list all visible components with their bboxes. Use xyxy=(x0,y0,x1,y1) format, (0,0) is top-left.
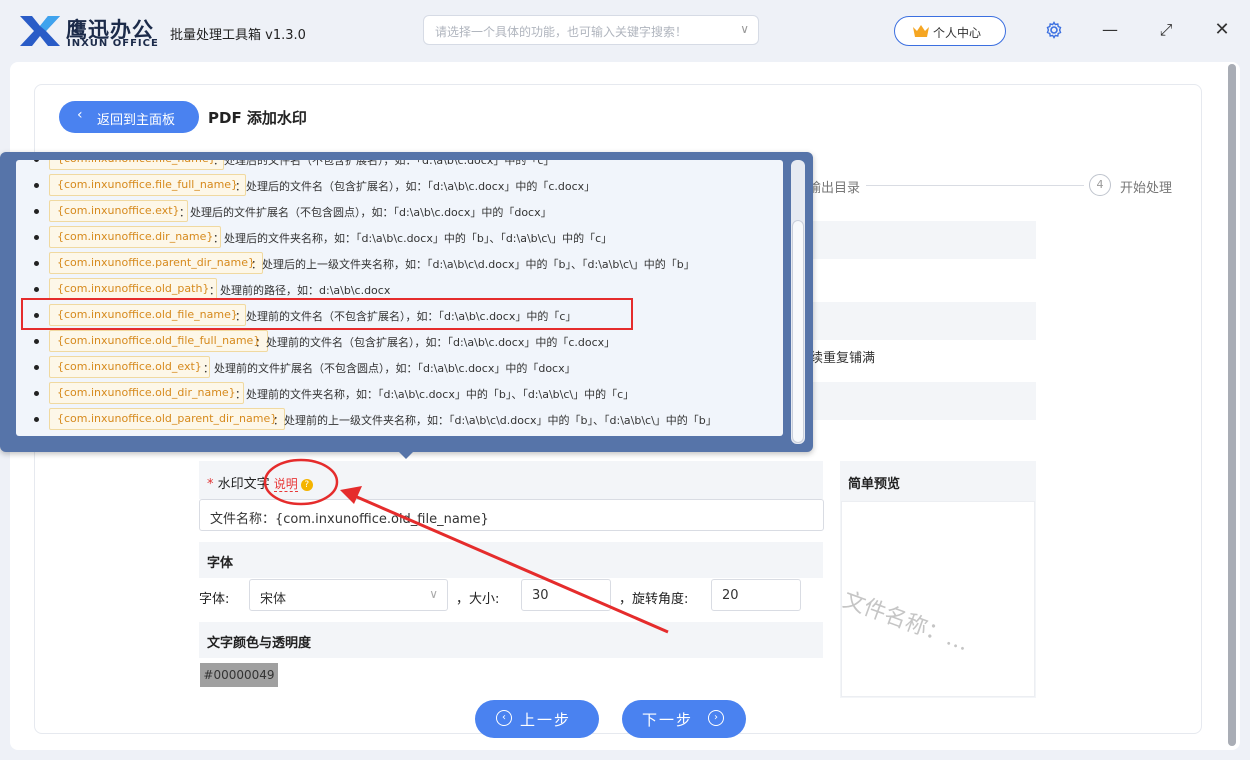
step-output-dir: 输出目录 xyxy=(808,181,861,196)
app-logo: 鹰迅办公 INXUN OFFICE xyxy=(18,10,168,50)
back-to-main-button[interactable]: ‹ 返回到主面板 xyxy=(59,101,199,133)
prev-step-label: 上一步 xyxy=(520,711,572,729)
variable-list-item: {com.inxunoffice.old_file_full_name} ：处理前… xyxy=(34,330,774,354)
variable-list-item: {com.inxunoffice.old_ext} ：处理前的文件扩展名（不包含圆… xyxy=(34,356,774,380)
watermark-label-text: 水印文字 xyxy=(217,477,270,492)
chevron-right-circle-icon: › xyxy=(708,710,724,726)
bullet-icon xyxy=(34,235,39,240)
minimize-icon[interactable]: — xyxy=(1098,18,1122,42)
size-label: ，大小: xyxy=(456,592,500,607)
prev-step-button[interactable]: ‹ 上一步 xyxy=(475,700,599,738)
bullet-icon xyxy=(34,261,39,266)
search-select[interactable]: 请选择一个具体的功能，也可输入关键字搜索！ ∨ xyxy=(423,15,759,45)
font-label: 字体: xyxy=(199,592,230,607)
variable-list-item: {com.inxunoffice.old_dir_name} ：处理前的文件夹名称… xyxy=(34,382,774,406)
font-section-header xyxy=(199,542,823,578)
bullet-icon xyxy=(34,339,39,344)
variable-description: ：处理前的文件名（包含扩展名），如：「d:\a\b\c.docx」中的「c.do… xyxy=(255,336,616,349)
crown-icon xyxy=(913,25,929,37)
variable-description: ：处理前的上一级文件夹名称，如：「d:\a\b\c\d.docx」中的「b」、「… xyxy=(273,414,717,427)
variable-description: ：处理后的文件夹名称，如：「d:\a\b\c.docx」中的「b」、「d:\a\… xyxy=(213,232,613,245)
next-step-label: 下一步 xyxy=(642,711,694,729)
section-header xyxy=(810,382,1036,420)
required-mark: * xyxy=(207,477,218,492)
variable-tag[interactable]: {com.inxunoffice.ext} xyxy=(49,200,188,222)
bullet-icon xyxy=(34,287,39,292)
rotate-input[interactable]: 20 xyxy=(711,579,801,611)
variable-list-item: {com.inxunoffice.file_name}：处理后的文件名（不包含扩… xyxy=(34,160,774,172)
variable-list-item: {com.inxunoffice.old_parent_dir_name} ：处理… xyxy=(34,408,774,432)
user-center-button[interactable]: 个人中心 xyxy=(894,16,1006,46)
logo-subtext: INXUN OFFICE xyxy=(67,38,159,49)
variable-tag[interactable]: {com.inxunoffice.parent_dir_name} xyxy=(49,252,263,274)
section-header xyxy=(810,302,1036,340)
variable-list-item: {com.inxunoffice.file_full_name} ：处理后的文件名… xyxy=(34,174,774,198)
next-step-button[interactable]: 下一步 › xyxy=(622,700,746,738)
color-section-title: 文字颜色与透明度 xyxy=(207,636,312,651)
maximize-icon[interactable]: ⤢ xyxy=(1154,18,1178,42)
variable-tag[interactable]: {com.inxunoffice.old_file_full_name} xyxy=(49,330,269,352)
variable-description: ：处理前的路径，如：d:\a\b\c.docx xyxy=(209,284,391,297)
title-bar: 鹰迅办公 INXUN OFFICE 批量处理工具箱 v1.3.0 请选择一个具体… xyxy=(0,0,1250,62)
color-picker[interactable]: #00000049 xyxy=(200,663,278,687)
user-center-label: 个人中心 xyxy=(933,26,982,40)
question-icon[interactable]: ? xyxy=(300,479,313,491)
app-title: 批量处理工具箱 v1.3.0 xyxy=(170,28,306,43)
bullet-icon xyxy=(34,160,39,162)
bullet-icon xyxy=(34,183,39,188)
variable-description: ：处理后的上一级文件夹名称，如：「d:\a\b\c\d.docx」中的「b」、「… xyxy=(251,258,695,271)
logo-x-icon xyxy=(20,16,60,46)
preview-watermark-text: 文件名称：… xyxy=(841,587,973,657)
highlight-box xyxy=(21,298,633,330)
step-start: 开始处理 xyxy=(1120,181,1173,196)
tile-mode-text: 续重复铺满 xyxy=(810,351,876,366)
size-input[interactable]: 30 xyxy=(521,579,611,611)
watermark-text-input[interactable]: 文件名称：{com.inxunoffice.old_file_name} xyxy=(199,499,824,531)
bullet-icon xyxy=(34,417,39,422)
bullet-icon xyxy=(34,391,39,396)
chevron-down-icon: ∨ xyxy=(740,22,749,36)
chevron-down-icon: ∨ xyxy=(429,587,438,601)
step-number-4: 4 xyxy=(1089,174,1111,196)
variable-list-item: {com.inxunoffice.ext} ：处理后的文件扩展名（不包含圆点），如… xyxy=(34,200,774,224)
variable-tag[interactable]: {com.inxunoffice.old_parent_dir_name} xyxy=(49,408,286,430)
close-icon[interactable]: ✕ xyxy=(1210,18,1234,42)
variable-list-item: {com.inxunoffice.parent_dir_name} ：处理后的上一… xyxy=(34,252,774,276)
variable-tag[interactable]: {com.inxunoffice.old_path} xyxy=(49,278,218,300)
variable-description: ：处理后的文件名（包含扩展名），如：「d:\a\b\c.docx」中的「c.do… xyxy=(235,180,596,193)
variable-description: ：处理后的文件扩展名（不包含圆点），如：「d:\a\b\c.docx」中的「do… xyxy=(179,206,552,219)
rotate-label: ，旋转角度: xyxy=(619,592,689,607)
variable-description: ：处理前的文件夹名称，如：「d:\a\b\c.docx」中的「b」、「d:\a\… xyxy=(235,388,635,401)
main-scrollbar[interactable] xyxy=(1228,64,1236,746)
preview-title: 简单预览 xyxy=(848,477,901,492)
font-section-title: 字体 xyxy=(207,556,234,571)
variable-description: ：处理后的文件名（不包含扩展名），如：「d:\a\b\c.docx」中的「c」 xyxy=(213,160,555,167)
popup-pointer xyxy=(397,450,415,459)
section-header xyxy=(810,221,1036,259)
variable-list-item: {com.inxunoffice.dir_name} ：处理后的文件夹名称，如：「… xyxy=(34,226,774,250)
popup-scrollbar[interactable] xyxy=(791,160,805,444)
search-placeholder: 请选择一个具体的功能，也可输入关键字搜索！ xyxy=(435,25,688,39)
main-scrollbar-thumb[interactable] xyxy=(1228,64,1236,746)
preview-box: 文件名称：… xyxy=(841,501,1035,697)
bullet-icon xyxy=(34,365,39,370)
variable-tag[interactable]: {com.inxunoffice.file_full_name} xyxy=(49,174,247,196)
font-value: 宋体 xyxy=(260,592,287,607)
variable-tag[interactable]: {com.inxunoffice.dir_name} xyxy=(49,226,222,248)
variable-tag[interactable]: {com.inxunoffice.old_ext} xyxy=(49,356,210,378)
watermark-label: * 水印文字 说明? xyxy=(207,473,313,492)
step-connector xyxy=(866,185,1084,186)
chevron-left-icon: ‹ xyxy=(77,107,83,123)
gear-icon[interactable] xyxy=(1042,18,1066,42)
back-label: 返回到主面板 xyxy=(97,113,176,128)
chevron-left-circle-icon: ‹ xyxy=(496,710,512,726)
variable-tag[interactable]: {com.inxunoffice.old_dir_name} xyxy=(49,382,244,404)
explain-link[interactable]: 说明 xyxy=(273,477,298,492)
popup-scrollbar-thumb[interactable] xyxy=(792,220,804,443)
bullet-icon xyxy=(34,209,39,214)
font-select[interactable]: 宋体 ∨ xyxy=(249,579,448,611)
page-title: PDF 添加水印 xyxy=(208,109,307,127)
variable-description: ：处理前的文件扩展名（不包含圆点），如：「d:\a\b\c.docx」中的「do… xyxy=(203,362,576,375)
variable-tag[interactable]: {com.inxunoffice.file_name} xyxy=(49,160,224,170)
